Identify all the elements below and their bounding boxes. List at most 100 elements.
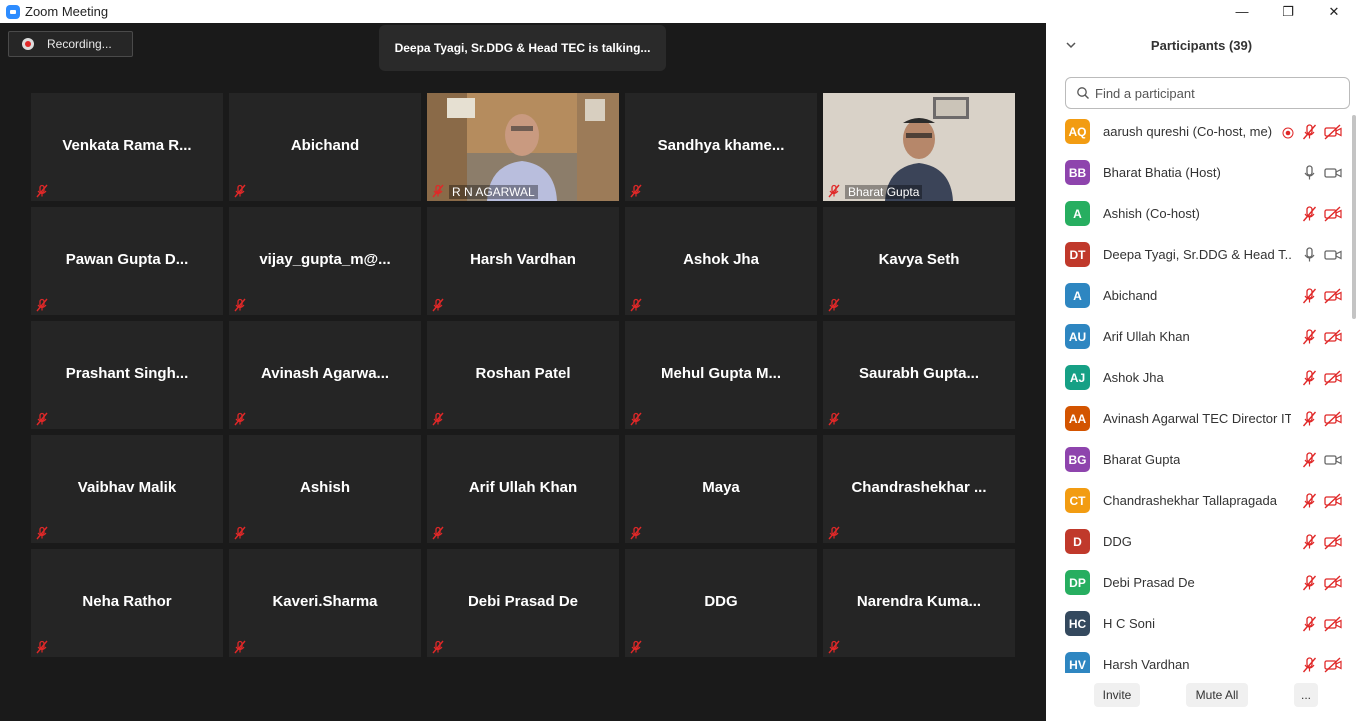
video-tile[interactable]: Roshan Patel (427, 321, 619, 429)
video-tile[interactable]: Chandrashekhar ... (823, 435, 1015, 543)
tile-name: Vaibhav Malik (77, 479, 177, 496)
video-tile[interactable]: Abichand (229, 93, 421, 201)
mic-muted-icon[interactable] (1302, 492, 1317, 509)
participant-name: Bharat Bhatia (Host) (1103, 165, 1221, 180)
participant-row[interactable]: DP Debi Prasad De (1046, 562, 1351, 603)
invite-button[interactable]: Invite (1094, 683, 1140, 707)
mic-muted-icon[interactable] (1302, 328, 1317, 345)
participant-row[interactable]: AJ Ashok Jha (1046, 357, 1351, 398)
video-tile[interactable]: Vaibhav Malik (31, 435, 223, 543)
mic-muted-icon[interactable] (1302, 615, 1317, 632)
video-tile[interactable]: vijay_gupta_m@... (229, 207, 421, 315)
video-tile[interactable]: Bharat Gupta (823, 93, 1015, 201)
mic-muted-icon (35, 526, 49, 540)
participant-row[interactable]: D DDG (1046, 521, 1351, 562)
meeting-area: Recording... Deepa Tyagi, Sr.DDG & Head … (0, 23, 1046, 721)
participant-list-scrollbar[interactable] (1352, 115, 1356, 319)
participant-row[interactable]: A Ashish (Co-host) (1046, 193, 1351, 234)
recording-indicator[interactable]: Recording... (8, 31, 133, 57)
participant-name: aarush qureshi (Co-host, me) (1103, 124, 1273, 139)
participant-row[interactable]: HV Harsh Vardhan (1046, 644, 1351, 673)
video-tile[interactable]: DDG (625, 549, 817, 657)
tile-caption: R N AGARWAL (449, 185, 538, 199)
video-tile[interactable]: Ashok Jha (625, 207, 817, 315)
camera-off-icon[interactable] (1324, 123, 1342, 140)
camera-icon[interactable] (1324, 452, 1342, 468)
more-options-button[interactable]: ... (1294, 683, 1318, 707)
tile-name: Venkata Rama R... (62, 137, 192, 154)
camera-icon[interactable] (1324, 165, 1342, 181)
tile-name: DDG (704, 593, 738, 610)
camera-icon[interactable] (1324, 247, 1342, 263)
participant-row[interactable]: AA Avinash Agarwal TEC Director IT (1046, 398, 1351, 439)
video-tile[interactable]: Harsh Vardhan (427, 207, 619, 315)
mic-muted-icon (629, 640, 643, 654)
avatar: CT (1065, 488, 1090, 513)
camera-off-icon[interactable] (1324, 410, 1342, 427)
video-tile[interactable]: Neha Rathor (31, 549, 223, 657)
tile-name: Maya (702, 479, 740, 496)
mic-muted-icon[interactable] (1302, 410, 1317, 427)
search-input[interactable] (1095, 85, 1335, 101)
participant-row[interactable]: DT Deepa Tyagi, Sr.DDG & Head T... (1046, 234, 1351, 275)
video-tile[interactable]: Saurabh Gupta... (823, 321, 1015, 429)
tile-name: Prashant Singh... (65, 365, 189, 382)
participant-row[interactable]: AU Arif Ullah Khan (1046, 316, 1351, 357)
video-tile[interactable]: Narendra Kuma... (823, 549, 1015, 657)
mic-icon[interactable] (1302, 246, 1317, 263)
minimize-button[interactable]: — (1219, 0, 1265, 23)
participant-name: Chandrashekhar Tallapragada (1103, 493, 1277, 508)
maximize-button[interactable]: ❐ (1265, 0, 1311, 23)
video-tile[interactable]: Maya (625, 435, 817, 543)
video-tile[interactable]: Sandhya khame... (625, 93, 817, 201)
mic-muted-icon[interactable] (1302, 533, 1317, 550)
camera-off-icon[interactable] (1324, 492, 1342, 509)
participant-name: Ashish (Co-host) (1103, 206, 1200, 221)
mic-muted-icon[interactable] (1302, 369, 1317, 386)
mic-muted-icon[interactable] (1302, 451, 1317, 468)
camera-off-icon[interactable] (1324, 615, 1342, 632)
video-tile[interactable]: Venkata Rama R... (31, 93, 223, 201)
mic-muted-icon (233, 412, 247, 426)
video-tile[interactable]: R N AGARWAL (427, 93, 619, 201)
participant-row[interactable]: BB Bharat Bhatia (Host) (1046, 152, 1351, 193)
mic-muted-icon[interactable] (1302, 123, 1317, 140)
zoom-app-icon (6, 4, 20, 19)
mic-muted-icon (35, 184, 49, 198)
video-tile[interactable]: Prashant Singh... (31, 321, 223, 429)
participant-row[interactable]: A Abichand (1046, 275, 1351, 316)
mic-muted-icon (35, 298, 49, 312)
avatar: AA (1065, 406, 1090, 431)
participant-row[interactable]: CT Chandrashekhar Tallapragada (1046, 480, 1351, 521)
tile-name: Kavya Seth (878, 251, 960, 268)
camera-off-icon[interactable] (1324, 328, 1342, 345)
camera-off-icon[interactable] (1324, 574, 1342, 591)
mic-muted-icon[interactable] (1302, 205, 1317, 222)
participant-row[interactable]: AQ aarush qureshi (Co-host, me) (1046, 111, 1351, 152)
video-tile[interactable]: Arif Ullah Khan (427, 435, 619, 543)
camera-off-icon[interactable] (1324, 287, 1342, 304)
video-tile[interactable]: Mehul Gupta M... (625, 321, 817, 429)
camera-off-icon[interactable] (1324, 533, 1342, 550)
camera-off-icon[interactable] (1324, 369, 1342, 386)
video-tile[interactable]: Avinash Agarwa... (229, 321, 421, 429)
mic-icon[interactable] (1302, 164, 1317, 181)
participant-list: AQ aarush qureshi (Co-host, me) BB Bharat B… (1046, 111, 1357, 673)
mic-muted-icon (233, 184, 247, 198)
video-tile[interactable]: Pawan Gupta D... (31, 207, 223, 315)
video-tile[interactable]: Kavya Seth (823, 207, 1015, 315)
video-tile[interactable]: Kaveri.Sharma (229, 549, 421, 657)
mic-muted-icon[interactable] (1302, 574, 1317, 591)
mic-muted-icon (233, 526, 247, 540)
camera-off-icon[interactable] (1324, 656, 1342, 673)
mic-muted-icon[interactable] (1302, 287, 1317, 304)
mute-all-button[interactable]: Mute All (1186, 683, 1248, 707)
video-tile[interactable]: Debi Prasad De (427, 549, 619, 657)
mic-muted-icon[interactable] (1302, 656, 1317, 673)
video-tile[interactable]: Ashish (229, 435, 421, 543)
participant-row[interactable]: HC H C Soni (1046, 603, 1351, 644)
mic-muted-icon (431, 184, 445, 198)
participant-row[interactable]: BG Bharat Gupta (1046, 439, 1351, 480)
camera-off-icon[interactable] (1324, 205, 1342, 222)
close-button[interactable]: ✕ (1311, 0, 1357, 23)
